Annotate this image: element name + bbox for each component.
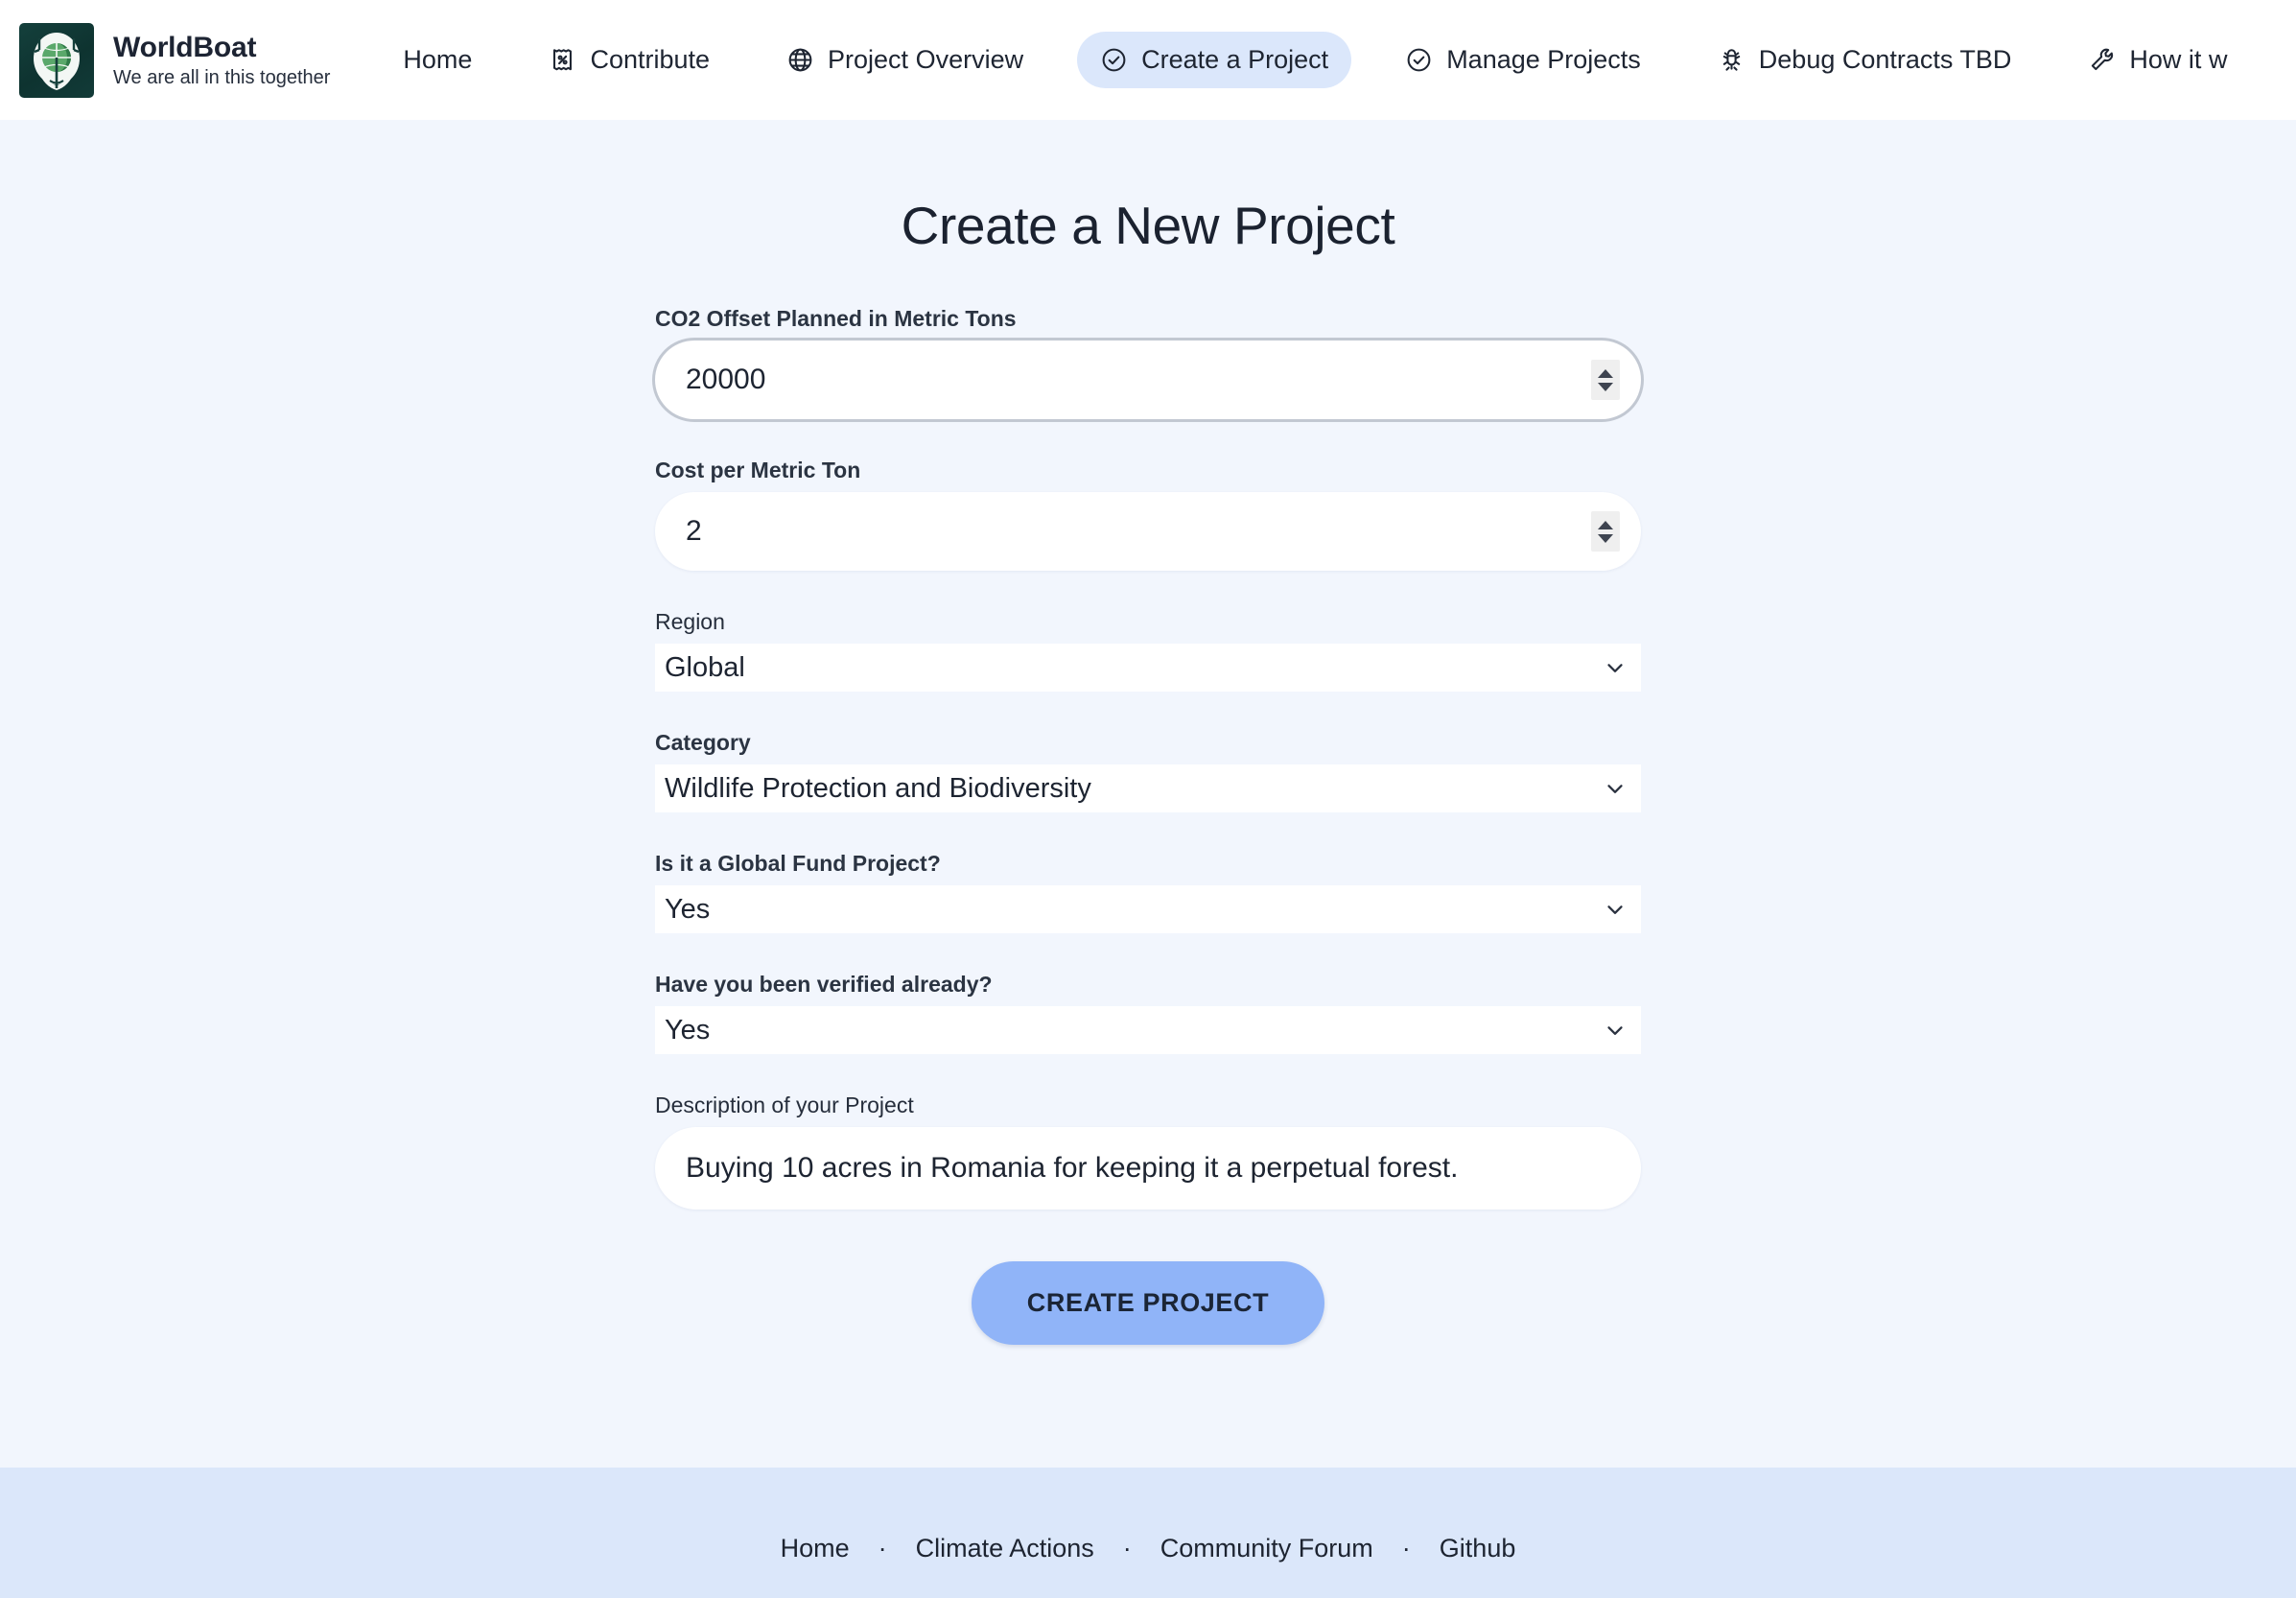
nav-item-label: Manage Projects xyxy=(1446,45,1641,74)
field-label-description: Description of your Project xyxy=(655,1093,914,1117)
nav-item-label: Contribute xyxy=(590,45,711,74)
main-nav: Home Contribute Project Overview Create … xyxy=(380,32,2296,88)
chevron-down-icon xyxy=(1603,776,1628,801)
global-fund-select[interactable]: Yes xyxy=(655,885,1641,933)
co2-offset-input-wrapper[interactable] xyxy=(655,341,1641,419)
footer-separator: · xyxy=(1401,1533,1411,1563)
wrench-icon xyxy=(2088,46,2116,74)
field-label-category: Category xyxy=(655,730,751,755)
co2-offset-stepper[interactable] xyxy=(1591,360,1620,400)
co2-offset-input[interactable] xyxy=(655,363,1591,397)
region-select-value: Global xyxy=(665,651,745,683)
nav-item-contribute[interactable]: Contribute xyxy=(526,32,733,88)
nav-item-how-it-works[interactable]: How it w xyxy=(2065,32,2250,88)
brand-name: WorldBoat xyxy=(113,31,257,63)
page-title: Create a New Project xyxy=(901,196,1395,255)
footer-link-github[interactable]: Github xyxy=(1430,1534,1526,1563)
brand-logo-block[interactable]: WorldBoat We are all in this together xyxy=(19,22,330,98)
bug-icon xyxy=(1718,46,1745,74)
description-input[interactable]: Buying 10 acres in Romania for keeping i… xyxy=(655,1152,1485,1185)
cost-per-ton-input[interactable] xyxy=(655,514,1591,549)
description-input-wrapper[interactable]: Buying 10 acres in Romania for keeping i… xyxy=(655,1127,1641,1210)
stepper-up-icon[interactable] xyxy=(1598,520,1613,529)
footer-separator: · xyxy=(1122,1533,1132,1563)
brand-text-block: WorldBoat We are all in this together xyxy=(113,32,330,89)
category-select-value: Wildlife Protection and Biodiversity xyxy=(665,772,1091,804)
field-label-co2-offset: CO2 Offset Planned in Metric Tons xyxy=(655,306,1017,331)
field-verified: Have you been verified already? Yes xyxy=(655,972,1641,1054)
globe-icon xyxy=(786,46,814,74)
nav-item-label: How it w xyxy=(2129,45,2228,74)
field-category: Category Wildlife Protection and Biodive… xyxy=(655,730,1641,812)
field-label-global-fund: Is it a Global Fund Project? xyxy=(655,851,941,876)
footer-links: Home · Climate Actions · Community Forum… xyxy=(771,1534,1526,1563)
nav-item-label: Create a Project xyxy=(1141,45,1329,74)
stepper-up-icon[interactable] xyxy=(1598,368,1613,378)
nav-item-label: Home xyxy=(403,45,473,74)
nav-item-project-overview[interactable]: Project Overview xyxy=(763,32,1046,88)
footer-separator: · xyxy=(878,1533,887,1563)
field-co2-offset: CO2 Offset Planned in Metric Tons xyxy=(655,306,1641,419)
field-global-fund: Is it a Global Fund Project? Yes xyxy=(655,851,1641,933)
nav-item-debug-contracts[interactable]: Debug Contracts TBD xyxy=(1695,32,2035,88)
app-root: WorldBoat We are all in this together Ho… xyxy=(0,0,2296,1598)
cost-per-ton-stepper[interactable] xyxy=(1591,511,1620,552)
chevron-down-icon xyxy=(1603,1018,1628,1043)
top-navigation-bar: WorldBoat We are all in this together Ho… xyxy=(0,0,2296,120)
field-region: Region Global xyxy=(655,609,1641,692)
cost-per-ton-input-wrapper[interactable] xyxy=(655,492,1641,571)
brand-tagline: We are all in this together xyxy=(113,67,331,89)
field-label-region: Region xyxy=(655,609,725,634)
footer-link-home[interactable]: Home xyxy=(771,1534,859,1563)
receipt-percent-icon xyxy=(549,46,576,74)
field-label-verified: Have you been verified already? xyxy=(655,972,993,997)
globe-emblem-icon xyxy=(34,32,80,90)
field-cost-per-ton: Cost per Metric Ton xyxy=(655,458,1641,571)
footer-link-climate-actions[interactable]: Climate Actions xyxy=(906,1534,1104,1563)
worldboat-logo-icon xyxy=(19,22,94,98)
verified-select[interactable]: Yes xyxy=(655,1006,1641,1054)
nav-item-home[interactable]: Home xyxy=(380,32,495,88)
footer-link-community-forum[interactable]: Community Forum xyxy=(1151,1534,1383,1563)
region-select[interactable]: Global xyxy=(655,644,1641,692)
check-circle-icon xyxy=(1100,46,1128,74)
stepper-down-icon[interactable] xyxy=(1598,533,1613,543)
create-project-button[interactable]: CREATE PROJECT xyxy=(971,1261,1325,1345)
submit-row: CREATE PROJECT xyxy=(655,1261,1641,1345)
chevron-down-icon xyxy=(1603,655,1628,680)
main-content: Create a New Project CO2 Offset Planned … xyxy=(0,120,2296,1468)
nav-item-label: Debug Contracts TBD xyxy=(1758,45,2012,74)
create-project-form: CO2 Offset Planned in Metric Tons Cost p… xyxy=(655,306,1641,1345)
stepper-down-icon[interactable] xyxy=(1598,382,1613,391)
global-fund-select-value: Yes xyxy=(665,893,711,925)
verified-select-value: Yes xyxy=(665,1014,711,1046)
category-select[interactable]: Wildlife Protection and Biodiversity xyxy=(655,764,1641,812)
nav-item-manage-projects[interactable]: Manage Projects xyxy=(1382,32,1664,88)
nav-item-create-a-project[interactable]: Create a Project xyxy=(1077,32,1352,88)
field-description: Description of your Project Buying 10 ac… xyxy=(655,1093,1641,1210)
nav-item-label: Project Overview xyxy=(828,45,1024,74)
chevron-down-icon xyxy=(1603,897,1628,922)
check-circle-icon xyxy=(1405,46,1433,74)
field-label-cost-per-ton: Cost per Metric Ton xyxy=(655,458,861,482)
site-footer: Home · Climate Actions · Community Forum… xyxy=(0,1468,2296,1598)
